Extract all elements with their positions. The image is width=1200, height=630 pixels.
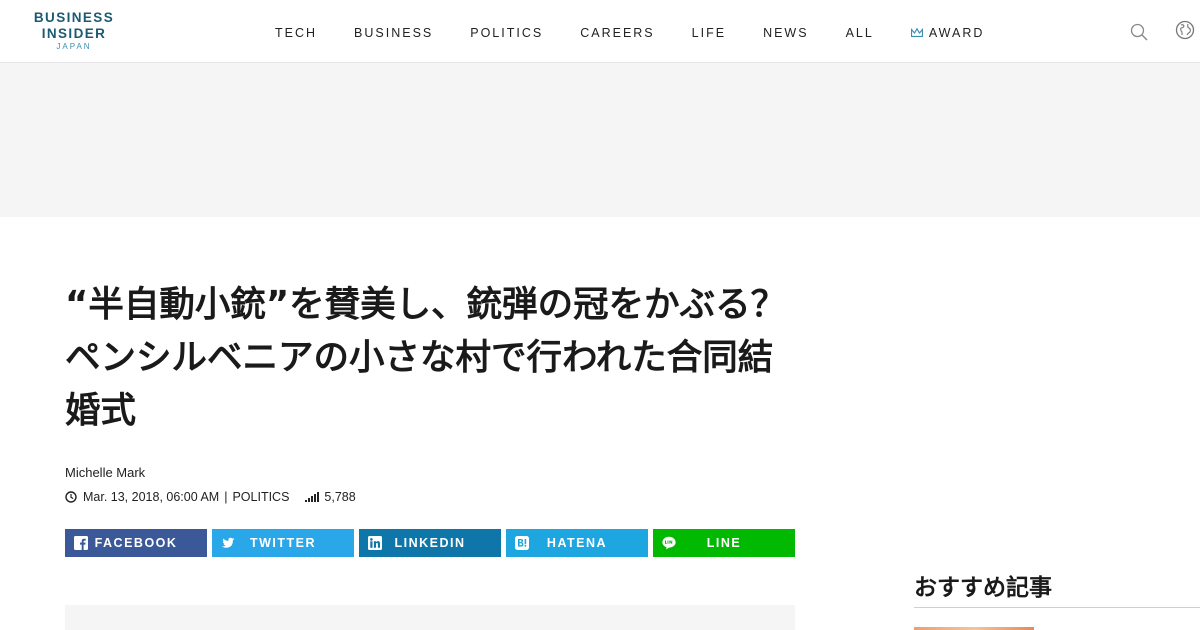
share-twitter-label: TWITTER: [249, 536, 317, 550]
share-linkedin-label: LINKEDIN: [394, 536, 466, 550]
article-headline: “半自動小銃”を賛美し、銃弾の冠をかぶる？ ペンシルベニアの小さな村で行われた合…: [65, 284, 787, 431]
nav-item-all[interactable]: ALL: [846, 26, 874, 40]
share-linkedin-button[interactable]: LINKEDIN: [359, 529, 501, 557]
nav-item-business[interactable]: BUSINESS: [354, 26, 433, 40]
line-app-icon: [662, 536, 676, 550]
share-line-label: LINE: [706, 536, 742, 550]
main-nav: TECH BUSINESS POLITICS CAREERS LIFE NEWS…: [275, 26, 1021, 40]
article-meta: Mar. 13, 2018, 06:00 AM | POLITICS 5,788: [65, 489, 356, 505]
nav-item-news[interactable]: NEWS: [763, 26, 809, 40]
nav-item-life[interactable]: LIFE: [692, 26, 726, 40]
signal-bars-icon: [305, 492, 320, 502]
nav-item-careers[interactable]: CAREERS: [580, 26, 654, 40]
article-view-count: 5,788: [324, 490, 356, 504]
nav-item-award-label: AWARD: [928, 26, 985, 40]
linkedin-icon: [368, 536, 382, 550]
logo-line-insider: INSIDER: [41, 25, 107, 41]
article-category[interactable]: POLITICS: [232, 490, 289, 504]
share-facebook-button[interactable]: FACEBOOK: [65, 529, 207, 557]
nav-item-politics[interactable]: POLITICS: [470, 26, 543, 40]
clock-icon: [65, 491, 77, 503]
article-content-placeholder: [65, 605, 795, 630]
share-hatena-label: HATENA: [546, 536, 608, 550]
globe-icon[interactable]: [1175, 20, 1195, 40]
recommended-articles-heading: おすすめ記事: [914, 575, 1052, 601]
search-icon[interactable]: [1130, 23, 1148, 41]
share-facebook-label: FACEBOOK: [94, 536, 178, 550]
site-header: BUSINESS INSIDER JAPAN TECH BUSINESS POL…: [0, 0, 1200, 63]
award-crown-icon: [910, 28, 923, 37]
hatena-bookmark-icon: [515, 536, 529, 550]
article-author[interactable]: Michelle Mark: [65, 465, 145, 480]
article-date: Mar. 13, 2018, 06:00 AM: [83, 490, 220, 504]
share-twitter-button[interactable]: TWITTER: [212, 529, 354, 557]
meta-separator: |: [224, 490, 228, 504]
twitter-bird-icon: [221, 537, 235, 548]
logo-line-japan: JAPAN: [56, 42, 92, 51]
logo-line-business: BUSINESS: [33, 10, 115, 25]
facebook-icon: [74, 536, 88, 550]
site-logo[interactable]: BUSINESS INSIDER JAPAN: [29, 11, 119, 51]
share-hatena-button[interactable]: HATENA: [506, 529, 648, 557]
share-line-button[interactable]: LINE: [653, 529, 795, 557]
nav-item-award[interactable]: AWARD: [910, 26, 985, 40]
share-buttons: FACEBOOK TWITTER LINKEDIN HATENA LINE: [65, 529, 795, 557]
recommended-divider: [914, 607, 1200, 608]
advertisement-banner-area: [0, 63, 1200, 217]
nav-item-tech[interactable]: TECH: [275, 26, 317, 40]
